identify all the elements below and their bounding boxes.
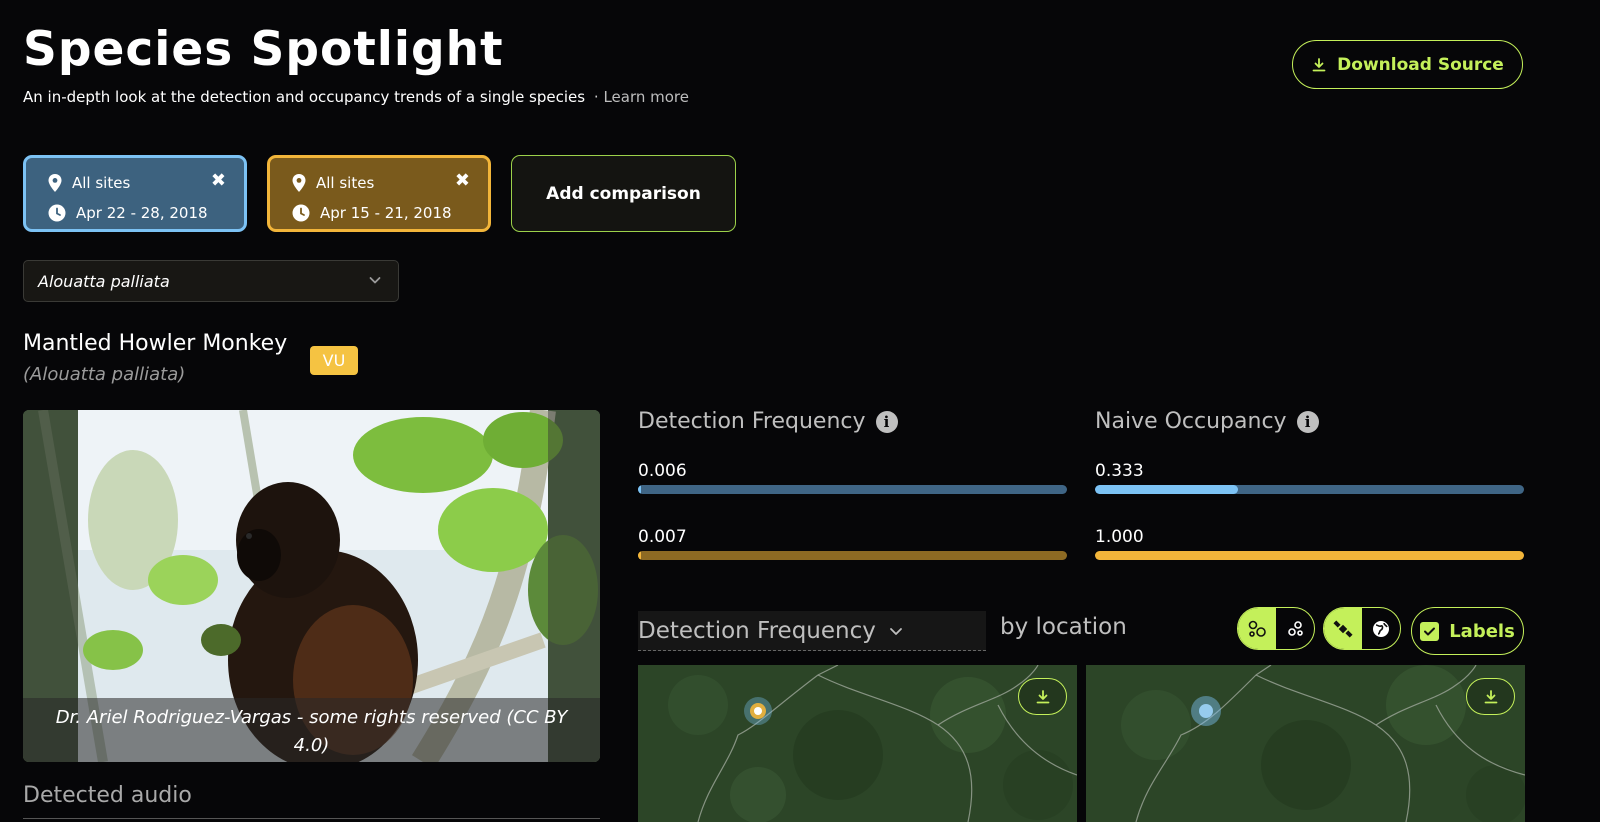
species-select[interactable]: Alouatta palliata: [23, 260, 399, 302]
location-pin-icon: [48, 174, 62, 192]
clock-icon: [48, 204, 66, 222]
species-spotlight-page: Species Spotlight An in-depth look at th…: [0, 0, 1600, 822]
chip-site-label: All sites: [72, 174, 131, 192]
info-icon[interactable]: i: [875, 410, 898, 433]
close-icon[interactable]: ✖: [455, 170, 470, 191]
chip-date-row: Apr 15 - 21, 2018: [292, 200, 466, 226]
naive-occupancy-value-1: 0.333: [1095, 461, 1144, 481]
download-icon: [1036, 689, 1049, 703]
detection-frequency-value-2: 0.007: [638, 527, 687, 547]
species-select-value: Alouatta palliata: [38, 271, 170, 291]
chip-site-label: All sites: [316, 174, 375, 192]
status-badge: VU: [310, 346, 358, 375]
location-pin-icon: [292, 174, 306, 192]
close-icon[interactable]: ✖: [211, 170, 226, 191]
bar-fill: [638, 485, 641, 494]
bar-fill: [1095, 485, 1238, 494]
bar-fill: [638, 551, 641, 560]
map-metric-select[interactable]: Detection Frequency: [638, 611, 986, 651]
chip-site-row: All sites: [292, 170, 466, 196]
checkmark-icon: [1424, 627, 1436, 635]
globe-icon: [1373, 620, 1389, 637]
species-scientific-name: (Alouatta palliata): [23, 364, 186, 385]
globe-view-button[interactable]: [1362, 608, 1400, 649]
satellite-view-button[interactable]: [1324, 608, 1362, 649]
photo-caption: Dr. Ariel Rodriguez-Vargas - some rights…: [23, 698, 600, 762]
page-title: Species Spotlight: [23, 22, 504, 77]
comparison-chip-1[interactable]: All sites Apr 22 - 28, 2018 ✖: [23, 155, 247, 232]
chip-site-row: All sites: [48, 170, 222, 196]
subtitle-text: An in-depth look at the detection and oc…: [23, 88, 586, 106]
chip-date-label: Apr 15 - 21, 2018: [320, 204, 452, 222]
chip-date-label: Apr 22 - 28, 2018: [76, 204, 208, 222]
map-base-layer-toggle: [1323, 607, 1401, 650]
map-metric-suffix: by location: [1000, 614, 1127, 640]
map-download-button[interactable]: [1466, 678, 1515, 715]
add-comparison-button[interactable]: Add comparison: [511, 155, 736, 232]
naive-occupancy-bar-1: [1095, 485, 1524, 494]
heatmap-icon: [1248, 620, 1266, 637]
satellite-map-image: [638, 665, 1077, 822]
detection-frequency-bar-1: [638, 485, 1067, 494]
clock-icon: [292, 204, 310, 222]
species-common-name: Mantled Howler Monkey: [23, 331, 288, 356]
download-icon: [1484, 689, 1497, 703]
info-icon[interactable]: i: [1296, 410, 1319, 433]
labels-checkbox[interactable]: [1420, 621, 1440, 641]
chevron-down-icon: [369, 277, 381, 284]
learn-more-link[interactable]: Learn more: [603, 88, 689, 106]
detected-audio-heading: Detected audio: [23, 783, 192, 808]
detection-frequency-title: Detection Frequency i: [638, 409, 898, 434]
detection-frequency-label: Detection Frequency: [638, 409, 866, 434]
download-icon: [1312, 57, 1326, 71]
naive-occupancy-title: Naive Occupancy i: [1095, 409, 1319, 434]
heatmap-view-button[interactable]: [1238, 608, 1276, 649]
naive-occupancy-value-2: 1.000: [1095, 527, 1144, 547]
comparison-chip-2[interactable]: All sites Apr 15 - 21, 2018 ✖: [267, 155, 491, 232]
labels-toggle[interactable]: Labels: [1411, 607, 1524, 655]
page-subtitle: An in-depth look at the detection and oc…: [23, 88, 689, 106]
naive-occupancy-label: Naive Occupancy: [1095, 409, 1287, 434]
detection-frequency-value-1: 0.006: [638, 461, 687, 481]
download-source-button[interactable]: Download Source: [1292, 40, 1523, 89]
download-source-label: Download Source: [1337, 54, 1504, 75]
subtitle-separator: ·: [593, 88, 599, 106]
bubble-view-button[interactable]: [1276, 608, 1314, 649]
satellite-map-image: [1086, 665, 1525, 822]
map-download-button[interactable]: [1018, 678, 1067, 715]
detection-frequency-bar-2: [638, 551, 1067, 560]
bar-fill: [1095, 551, 1524, 560]
divider: [23, 818, 600, 819]
satellite-icon: [1333, 619, 1353, 638]
species-photo: Dr. Ariel Rodriguez-Vargas - some rights…: [23, 410, 600, 762]
map-metric-value: Detection Frequency: [638, 617, 876, 644]
chevron-down-icon: [889, 627, 902, 635]
map-marker-style-toggle: [1237, 607, 1315, 650]
naive-occupancy-bar-2: [1095, 551, 1524, 560]
detection-map-1[interactable]: [638, 665, 1077, 822]
detection-map-2[interactable]: [1086, 665, 1525, 822]
bubbles-icon: [1288, 620, 1303, 636]
labels-toggle-label: Labels: [1449, 620, 1515, 642]
chip-date-row: Apr 22 - 28, 2018: [48, 200, 222, 226]
